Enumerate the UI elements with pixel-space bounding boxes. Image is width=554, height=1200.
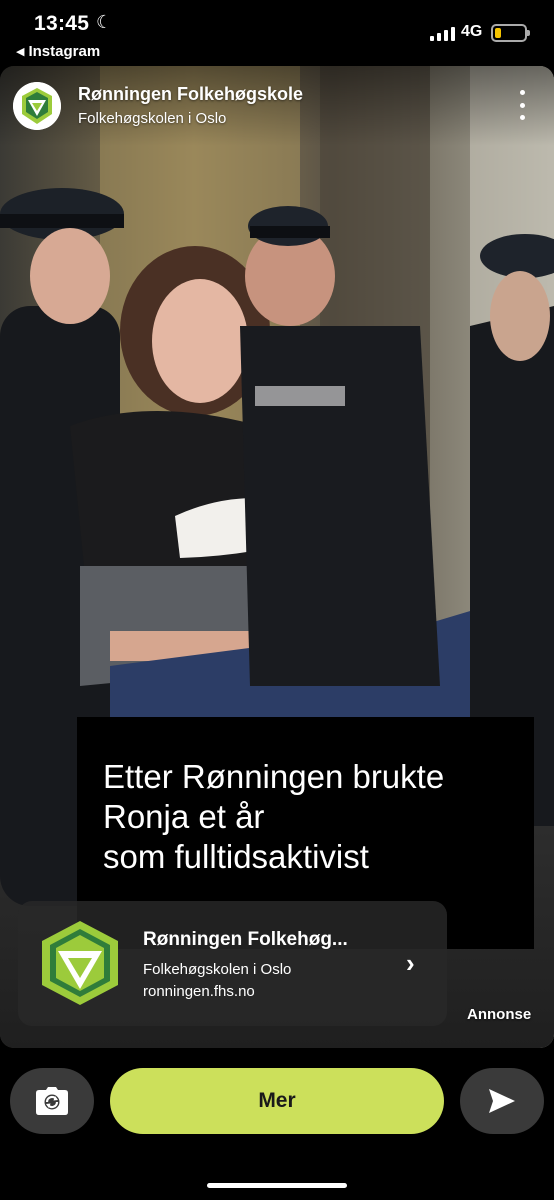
more-button[interactable]: Mer	[110, 1068, 444, 1134]
battery-icon	[491, 24, 530, 42]
home-indicator[interactable]	[207, 1183, 347, 1188]
account-avatar[interactable]	[13, 82, 61, 130]
ad-title: Rønningen Folkehøg...	[143, 929, 348, 950]
back-app-label: Instagram	[28, 43, 101, 60]
camera-button[interactable]	[10, 1068, 94, 1134]
story-card[interactable]: Rønningen Folkehøgskole Folkehøgskolen i…	[0, 66, 554, 1048]
sponsored-label: Annonse	[467, 1006, 532, 1023]
signal-icon	[430, 25, 455, 41]
back-to-app-link[interactable]: ◀ Instagram	[16, 43, 100, 60]
headline-line: som fulltidsaktivist	[103, 838, 369, 875]
headline-line: Etter Rønningen brukte	[103, 758, 445, 795]
headline: Etter Rønningen brukte Ronja et år som f…	[103, 757, 523, 877]
bottom-action-bar: Mer	[0, 1060, 554, 1200]
chevron-right-icon: ›	[406, 948, 415, 978]
send-icon	[489, 1089, 515, 1113]
status-bar: 13:45 ☾ ◀ Instagram 4G	[0, 0, 554, 66]
account-name[interactable]: Rønningen Folkehøgskole	[78, 84, 303, 105]
clock: 13:45	[34, 12, 90, 35]
ad-subtitle: Folkehøgskolen i Oslo	[143, 961, 292, 978]
school-logo-icon	[36, 919, 124, 1007]
network-type: 4G	[461, 23, 483, 40]
headline-line: Ronja et år	[103, 798, 265, 835]
account-subtitle: Folkehøgskolen i Oslo	[78, 110, 227, 127]
moon-icon: ☾	[96, 12, 113, 32]
ad-url: ronningen.fhs.no	[143, 983, 255, 1000]
story-header: Rønningen Folkehøgskole Folkehøgskolen i…	[0, 66, 554, 146]
back-triangle-icon: ◀	[16, 46, 25, 58]
more-vertical-icon[interactable]	[515, 90, 529, 120]
camera-swap-icon	[36, 1087, 68, 1115]
ad-link-card[interactable]: Rønningen Folkehøg... Folkehøgskolen i O…	[18, 901, 447, 1026]
send-button[interactable]	[460, 1068, 544, 1134]
battery-fill	[495, 28, 501, 38]
